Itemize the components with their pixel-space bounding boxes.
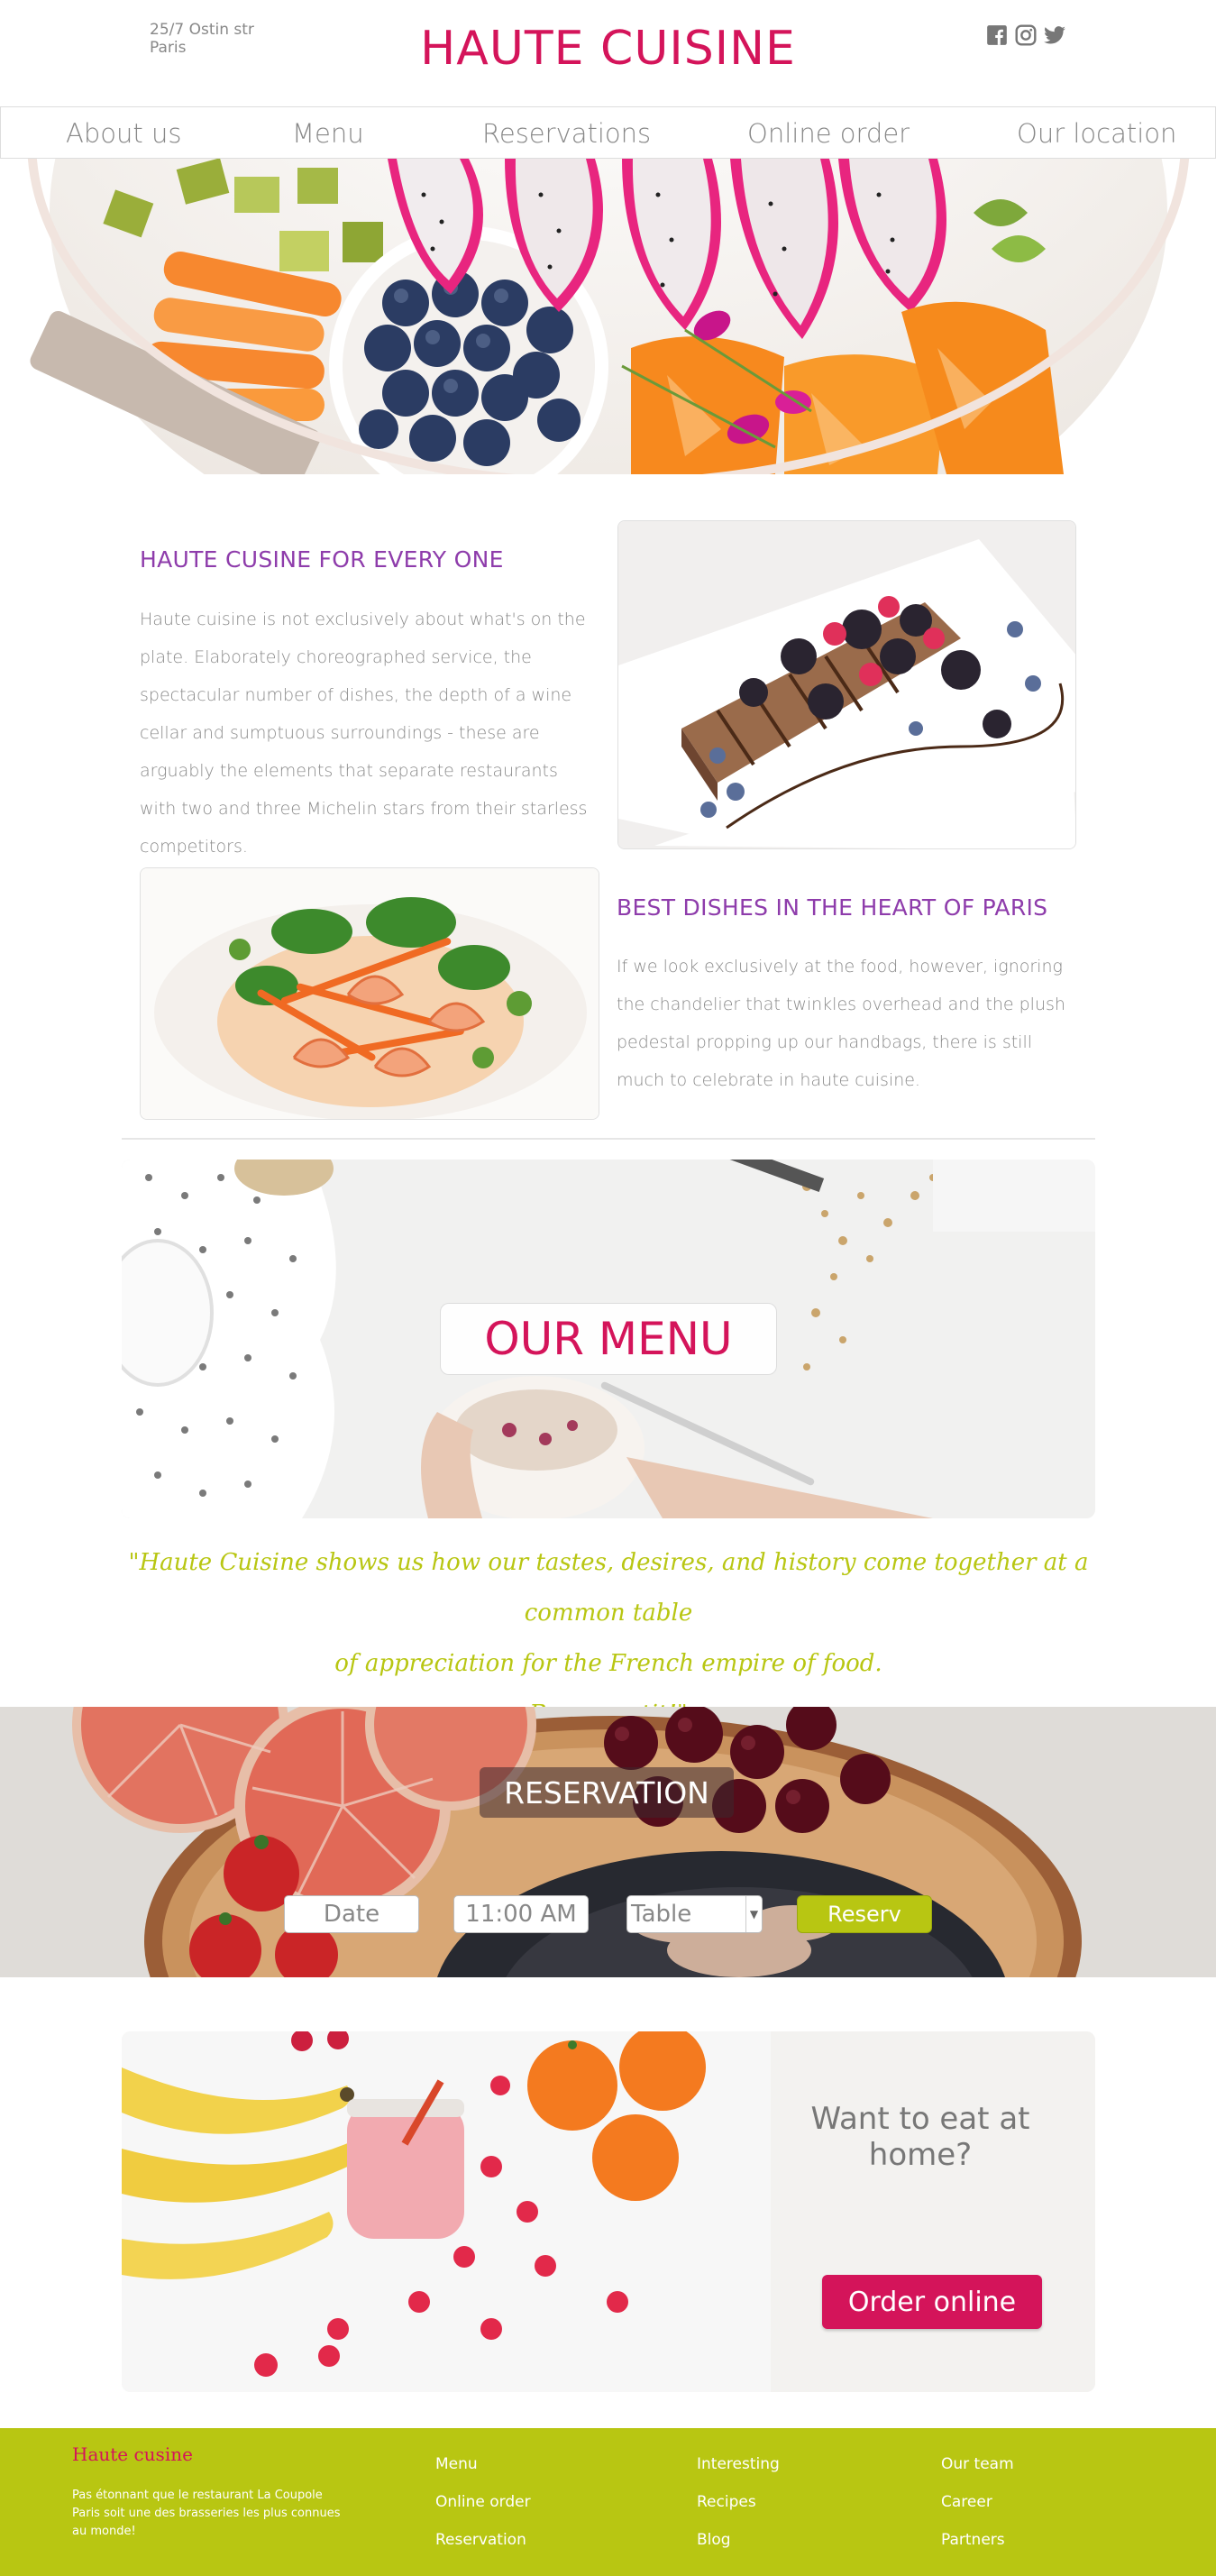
social-links [985,23,1066,47]
hero-image [0,159,1216,474]
chevron-down-icon: ▼ [745,1896,762,1932]
section1-title: HAUTE CUSINE FOR EVERY ONE [140,546,504,573]
eat-at-home-line-1: Want to eat at [810,2101,1030,2137]
footer-link-online-order[interactable]: Online order [435,2493,531,2511]
order-online-button[interactable]: Order online [822,2275,1042,2329]
section2-text: If we look exclusively at the food, howe… [617,957,1065,1090]
reservation-band-image [0,1707,1216,1977]
footer-link-blog[interactable]: Blog [697,2531,731,2549]
dessert-image [617,520,1076,849]
footer-description: Pas étonnant que le restaurant La Coupol… [72,2489,341,2538]
nav-about-us[interactable]: About us [66,118,181,149]
quote-line-1: "Haute Cuisine shows us how our tastes, … [128,1549,1089,1627]
footer-link-career[interactable]: Career [941,2493,992,2511]
nav-reservations[interactable]: Reservations [482,118,651,149]
nav-our-location[interactable]: Our location [1017,118,1176,149]
footer-link-interesting[interactable]: Interesting [697,2455,780,2473]
eat-at-home-line-2: home? [868,2137,973,2173]
table-select[interactable]: Table ▼ [626,1895,763,1933]
section1-text: Haute cuisine is not exclusively about w… [140,610,588,857]
nav-online-order[interactable]: Online order [747,118,910,149]
eat-at-home-title: Want to eat at home? [781,2101,1060,2173]
section2-title: BEST DISHES IN THE HEART OF PARIS [617,894,1048,921]
footer-link-partners[interactable]: Partners [941,2531,1005,2549]
nav-menu[interactable]: Menu [292,118,364,149]
footer-link-our-team[interactable]: Our team [941,2455,1014,2473]
facebook-icon[interactable] [985,23,1009,47]
section-divider [122,1138,1095,1140]
shrimp-salad-image [140,867,599,1120]
quote-line-2: of appreciation for the French empire of… [334,1650,882,1677]
instagram-icon[interactable] [1014,23,1038,47]
our-menu-button[interactable]: OUR MENU [440,1303,777,1375]
footer-link-recipes[interactable]: Recipes [697,2493,756,2511]
order-online-card [122,2031,1095,2392]
reservation-title: RESERVATION [480,1767,734,1818]
main-nav: About us Menu Reservations Online order … [0,106,1216,159]
twitter-icon[interactable] [1043,23,1066,47]
footer-link-menu[interactable]: Menu [435,2455,478,2473]
time-input[interactable]: 11:00 AM [453,1895,589,1933]
table-select-value: Table [631,1901,692,1928]
reserve-button[interactable]: Reserv [797,1895,932,1933]
footer-link-reservation[interactable]: Reservation [435,2531,526,2549]
footer-title: Haute cusine [72,2443,193,2465]
date-input[interactable]: Date [284,1895,419,1933]
